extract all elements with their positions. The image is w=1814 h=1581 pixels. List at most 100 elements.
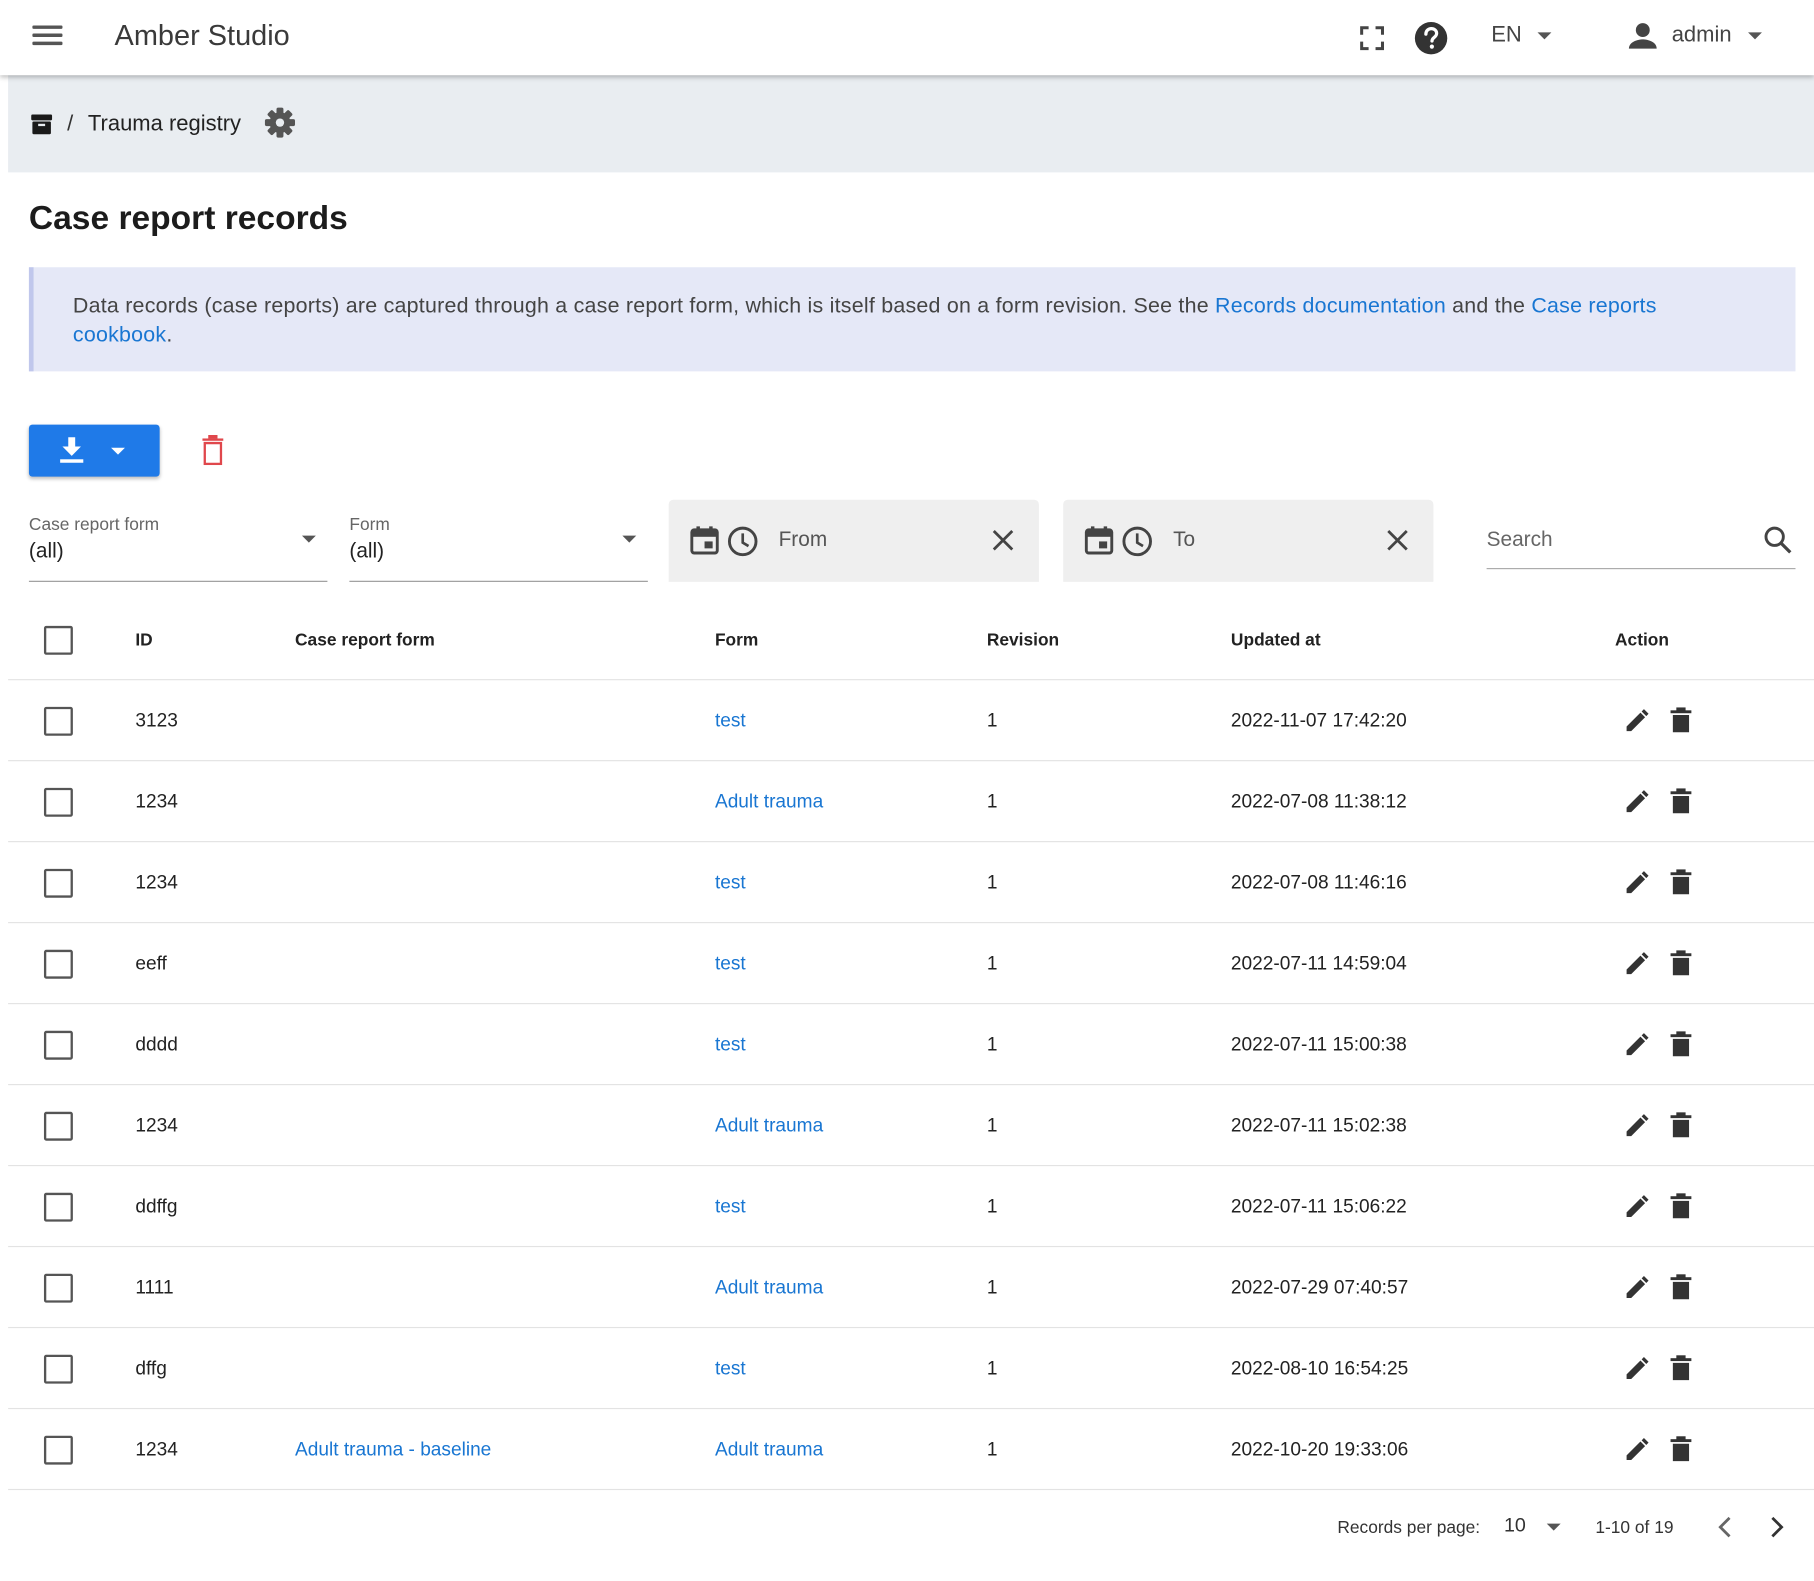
chevron-down-icon xyxy=(1546,1523,1561,1531)
updated-at-value: 2022-07-08 11:38:12 xyxy=(1230,790,1407,812)
help-icon[interactable] xyxy=(1411,19,1450,58)
form-link[interactable]: test xyxy=(715,923,746,1004)
record-id: eeff xyxy=(135,952,167,974)
record-id: 1234 xyxy=(135,790,178,812)
row-checkbox[interactable] xyxy=(43,868,73,898)
trash-icon[interactable] xyxy=(1669,707,1692,735)
case-report-form-link[interactable]: Adult trauma - baseline xyxy=(295,1409,491,1490)
download-icon xyxy=(60,437,84,463)
form-link[interactable]: Adult trauma xyxy=(715,1409,823,1490)
archive-icon[interactable] xyxy=(30,112,53,135)
column-header-updated-at[interactable]: Updated at xyxy=(1231,599,1321,680)
calendar-icon xyxy=(690,526,719,555)
pencil-icon[interactable] xyxy=(1623,869,1651,897)
updated-at-value: 2022-07-11 15:00:38 xyxy=(1230,1033,1407,1055)
column-header-case-report-form[interactable]: Case report form xyxy=(295,599,435,680)
records-per-page-label: Records per page: xyxy=(1337,1517,1481,1538)
form-link[interactable]: test xyxy=(715,842,746,923)
form-link[interactable]: test xyxy=(715,1004,746,1085)
chevron-down-icon xyxy=(111,447,125,455)
revision-value: 1 xyxy=(986,871,998,893)
form-link[interactable]: Adult trauma xyxy=(715,1247,823,1328)
row-checkbox[interactable] xyxy=(43,1354,73,1384)
pencil-icon[interactable] xyxy=(1623,1436,1651,1464)
select-all-checkbox[interactable] xyxy=(43,625,73,655)
trash-icon[interactable] xyxy=(1669,1112,1692,1140)
breadcrumb-item-trauma-registry[interactable]: Trauma registry xyxy=(88,112,241,137)
pagination-range: 1-10 of 19 xyxy=(1595,1517,1674,1538)
revision-value: 1 xyxy=(986,790,998,812)
search-input[interactable] xyxy=(1486,515,1742,563)
form-link[interactable]: test xyxy=(715,1328,746,1409)
pencil-icon[interactable] xyxy=(1623,950,1651,978)
table-row: dffg test 1 2022-08-10 16:54:25 xyxy=(8,1328,1814,1410)
revision-value: 1 xyxy=(986,709,998,731)
user-menu[interactable]: admin xyxy=(1628,21,1762,51)
chevron-right-icon[interactable] xyxy=(1763,1513,1788,1541)
revision-value: 1 xyxy=(986,1033,998,1055)
row-checkbox[interactable] xyxy=(43,1273,73,1303)
form-select[interactable]: Form (all) xyxy=(349,510,648,582)
form-link[interactable]: Adult trauma xyxy=(715,761,823,842)
table-row: ddffg test 1 2022-07-11 15:06:22 xyxy=(8,1166,1814,1248)
records-documentation-link[interactable]: Records documentation xyxy=(1215,293,1446,317)
row-checkbox[interactable] xyxy=(43,1435,73,1465)
app-frame: Amber Studio EN admin / Trauma registry xyxy=(0,0,1814,1581)
updated-at-value: 2022-07-11 15:06:22 xyxy=(1230,1195,1407,1217)
close-icon[interactable] xyxy=(990,528,1015,553)
table-row: 1111 Adult trauma 1 2022-07-29 07:40:57 xyxy=(8,1247,1814,1329)
column-header-id[interactable]: ID xyxy=(135,599,152,680)
to-date-field[interactable]: To xyxy=(1063,499,1434,582)
form-link[interactable]: Adult trauma xyxy=(715,1085,823,1166)
pencil-icon[interactable] xyxy=(1623,1274,1651,1302)
chevron-left-icon[interactable] xyxy=(1713,1513,1738,1541)
row-checkbox[interactable] xyxy=(43,787,73,817)
trash-icon[interactable] xyxy=(1669,788,1692,816)
row-checkbox[interactable] xyxy=(43,1192,73,1222)
row-checkbox[interactable] xyxy=(43,949,73,979)
row-checkbox[interactable] xyxy=(43,1111,73,1141)
table-row: 1234 Adult trauma - baseline Adult trauma 1… xyxy=(8,1409,1814,1491)
pencil-icon[interactable] xyxy=(1623,707,1651,735)
menu-icon[interactable] xyxy=(30,22,65,54)
trash-icon[interactable] xyxy=(1669,1193,1692,1221)
close-icon[interactable] xyxy=(1385,528,1410,553)
pencil-icon[interactable] xyxy=(1623,788,1651,816)
updated-at-value: 2022-08-10 16:54:25 xyxy=(1230,1357,1409,1379)
pencil-icon[interactable] xyxy=(1623,1031,1651,1059)
fullscreen-icon[interactable] xyxy=(1352,19,1391,58)
trash-icon[interactable] xyxy=(1669,950,1692,978)
updated-at-value: 2022-07-08 11:46:16 xyxy=(1230,871,1407,893)
search-icon[interactable] xyxy=(1763,525,1793,555)
form-value: (all) xyxy=(349,539,385,563)
column-header-form[interactable]: Form xyxy=(715,599,758,680)
trash-icon[interactable] xyxy=(1669,1436,1692,1464)
download-button[interactable] xyxy=(28,424,160,477)
row-checkbox[interactable] xyxy=(43,706,73,736)
trash-icon[interactable] xyxy=(1669,1031,1692,1059)
trash-icon[interactable] xyxy=(1669,1355,1692,1383)
trash-icon[interactable] xyxy=(1669,1274,1692,1302)
pencil-icon[interactable] xyxy=(1623,1355,1651,1383)
table-row: 3123 test 1 2022-11-07 17:42:20 xyxy=(8,680,1814,762)
column-header-action: Action xyxy=(1615,629,1670,650)
case-report-form-select[interactable]: Case report form (all) xyxy=(28,510,328,582)
language-selector[interactable]: EN xyxy=(1491,23,1552,48)
person-icon xyxy=(1628,23,1657,49)
pencil-icon[interactable] xyxy=(1623,1112,1651,1140)
from-date-field[interactable]: From xyxy=(668,499,1039,582)
trash-icon[interactable] xyxy=(1669,869,1692,897)
pencil-icon[interactable] xyxy=(1623,1193,1651,1221)
pagination: Records per page: 10 1-10 of 19 xyxy=(8,1509,1814,1548)
revision-value: 1 xyxy=(986,1438,998,1460)
form-link[interactable]: test xyxy=(715,680,746,761)
column-header-revision[interactable]: Revision xyxy=(987,599,1059,680)
form-link[interactable]: test xyxy=(715,1166,746,1247)
updated-at-value: 2022-07-11 15:02:38 xyxy=(1230,1114,1407,1136)
record-id: 3123 xyxy=(135,709,178,731)
gear-icon[interactable] xyxy=(264,106,296,138)
row-checkbox[interactable] xyxy=(43,1030,73,1060)
trash-icon[interactable] xyxy=(201,434,224,466)
records-per-page-select[interactable]: 10 xyxy=(1504,1514,1561,1537)
table-row: 1234 Adult trauma 1 2022-07-08 11:38:12 xyxy=(8,761,1814,843)
